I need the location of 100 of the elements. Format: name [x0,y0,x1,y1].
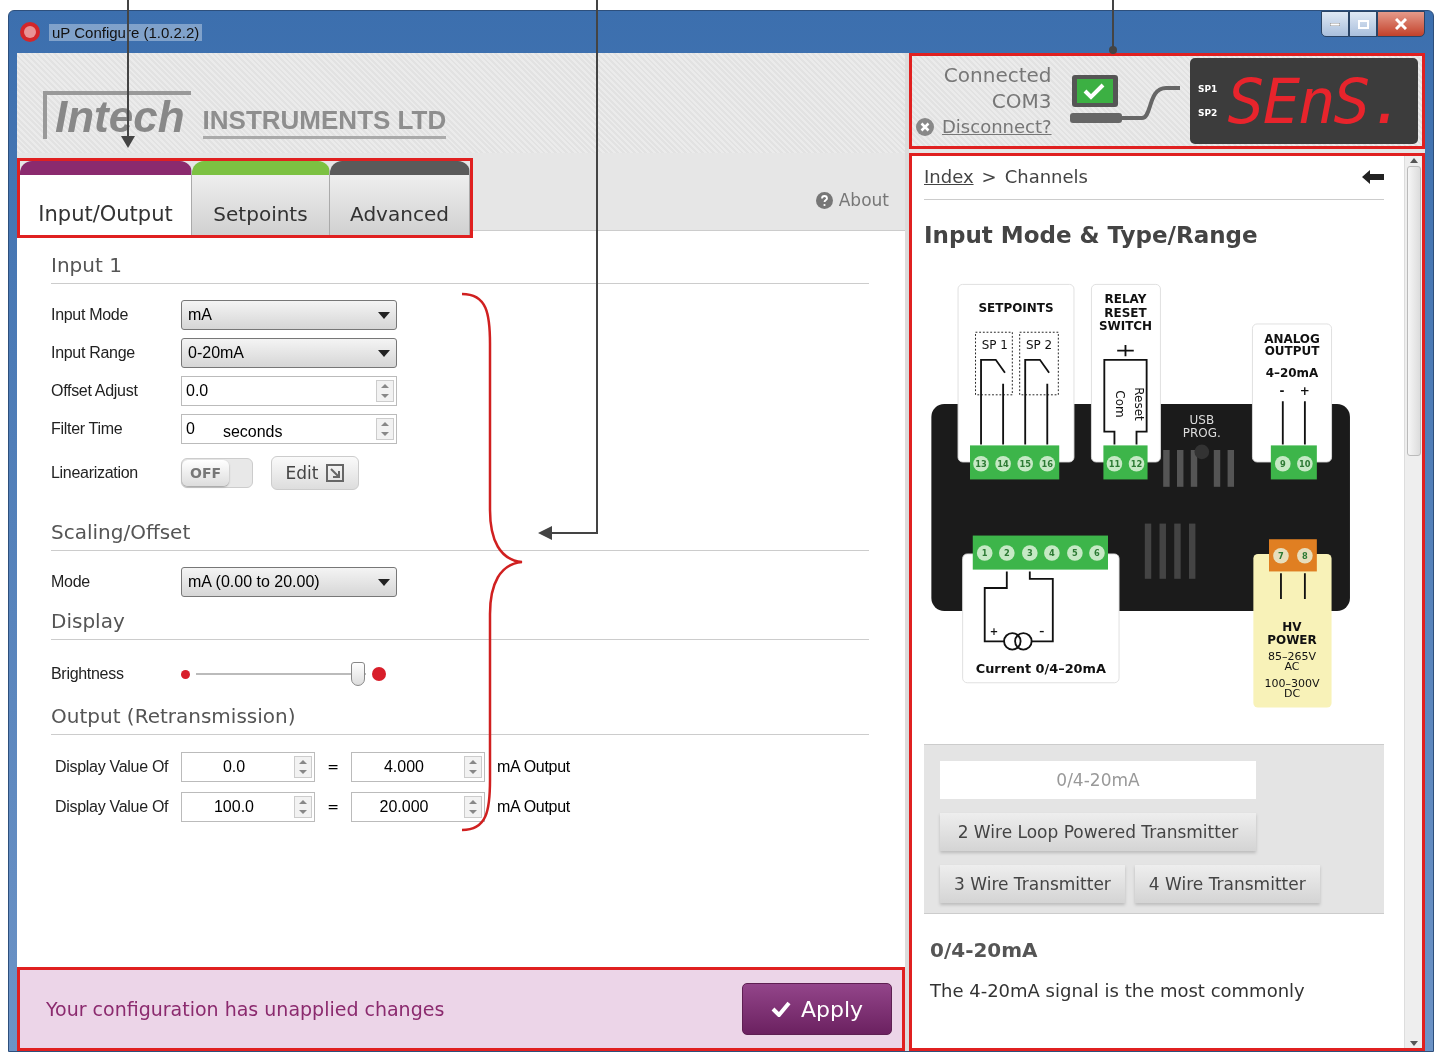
minimize-button[interactable] [1321,11,1349,37]
diagram-label: + [989,625,999,637]
caret-icon [378,311,390,319]
diagram-label: Current 0/4–20mA [975,660,1106,676]
terminal-number: 3 [1026,548,1033,559]
field-label: Linearization [51,464,139,482]
diagram-label: - [1279,383,1285,398]
check-icon [770,1001,791,1017]
spinner-icon[interactable] [464,796,482,818]
slider-thumb[interactable] [350,662,365,686]
scroll-down-icon[interactable] [1408,1040,1419,1048]
terminal-number: 1 [981,548,988,559]
edit-button[interactable]: Edit [271,456,359,490]
diagram-label: + [1299,383,1310,398]
help-icon [815,191,833,209]
help-paragraph: The 4-20mA signal is the most commonly [930,980,1306,1001]
diagram-label: OUTPUT [1264,344,1320,359]
spinner-icon[interactable] [376,418,394,440]
app-logo-icon [19,21,41,43]
unit-label: mA Output [497,758,570,776]
unit-label: mA Output [497,798,570,816]
dropdown[interactable]: mA [181,300,397,330]
field-label: Filter Time [51,420,124,438]
number-field[interactable]: 0.0 [181,752,315,782]
terminal-number: 2 [1003,548,1010,559]
display-readout: SEnS. [1227,64,1404,138]
option-button[interactable]: 4 Wire Transmitter [1134,865,1320,903]
dropdown[interactable]: mA (0.00 to 20.00) [181,567,397,597]
terminal-number: 6 [1094,548,1100,559]
diagram-label: RESET [1104,305,1147,320]
dim-icon [181,669,190,679]
indicator-label: SP1 [1198,84,1218,94]
maximize-button[interactable] [1349,11,1377,37]
breadcrumb-separator: > [981,166,997,187]
close-button[interactable] [1377,11,1425,37]
spinner-icon[interactable] [294,756,312,778]
diagram-label: 4–20mA [1265,366,1319,381]
field-label: Input Mode [51,306,130,324]
equals-sign: = [326,759,340,775]
diagram-label: HV [1282,620,1302,635]
indicator-label: SP2 [1198,108,1218,118]
terminal-block [1103,445,1148,480]
caret-icon [378,578,390,586]
diagram-label: SWITCH [1098,319,1153,334]
terminal-number: 16 [1041,459,1054,469]
maximize-icon [1357,19,1369,29]
terminal-number: 12 [1130,459,1143,469]
close-icon [1395,18,1407,30]
spinner-icon[interactable] [376,380,394,402]
port-name: COM3 [991,88,1052,114]
help-title: Input Mode & Type/Range [924,222,1259,248]
power-wire-drawing [1280,572,1306,600]
terminal-block [1270,445,1317,480]
toggle-switch[interactable]: OFF [181,458,253,488]
diagram-label: RELAY [1104,291,1147,306]
tab[interactable]: Setpoints [192,161,330,235]
external-icon [326,464,345,482]
field-label: Brightness [51,665,125,683]
apply-button[interactable]: Apply [742,983,892,1035]
field-label: Mode [51,573,91,591]
diagram-label: SP 1 [981,337,1008,352]
callout-arrow [1109,0,1117,54]
number-field[interactable]: 20.000 [351,792,485,822]
option-button[interactable]: 2 Wire Loop Powered Transmitter [940,813,1256,851]
number-field[interactable]: 0 seconds [181,414,397,444]
number-field[interactable]: 0.0 [181,376,397,406]
diagram-label: DC [1283,687,1301,701]
terminal-number: 15 [1019,459,1031,469]
section-title: Input 1 [51,245,869,284]
diagram-label: POWER [1267,633,1317,648]
dropdown[interactable]: 0-20mA [181,338,397,368]
scrollbar-thumb[interactable] [1406,166,1421,456]
terminal-number: 9 [1279,459,1286,469]
field-label: Input Range [51,344,136,362]
diagram-label: Com [1113,390,1128,418]
terminal-number: 8 [1302,551,1308,561]
spinner-icon[interactable] [464,756,482,778]
field-label: Offset Adjust [51,382,139,400]
scroll-up-icon[interactable] [1408,156,1419,164]
diagram-label: SP 2 [1025,337,1053,352]
status-message: Your configuration has unapplied changes [46,998,446,1020]
tab[interactable]: Input/Output [20,161,192,235]
about-link[interactable]: About [815,190,889,210]
back-arrow-icon[interactable] [1362,169,1384,184]
close-icon [916,118,934,136]
bright-icon [372,667,386,681]
diagram-label: SETPOINTS [978,301,1054,315]
section-title: Output (Retransmission) [51,696,869,735]
spinner-icon[interactable] [294,796,312,818]
number-field[interactable]: 100.0 [181,792,315,822]
breadcrumb-current: Channels [1004,166,1088,187]
field-label: Display Value Of [55,798,170,816]
terminal-block [1269,539,1317,572]
diagram-label: Reset [1131,387,1146,421]
breadcrumb-link[interactable]: Index [924,166,974,187]
unit-label: seconds [222,422,283,441]
diagram-label: ANALOG [1264,332,1320,347]
number-field[interactable]: 4.000 [351,752,485,782]
option-button[interactable]: 3 Wire Transmitter [940,865,1125,903]
tab[interactable]: Advanced [330,161,470,235]
